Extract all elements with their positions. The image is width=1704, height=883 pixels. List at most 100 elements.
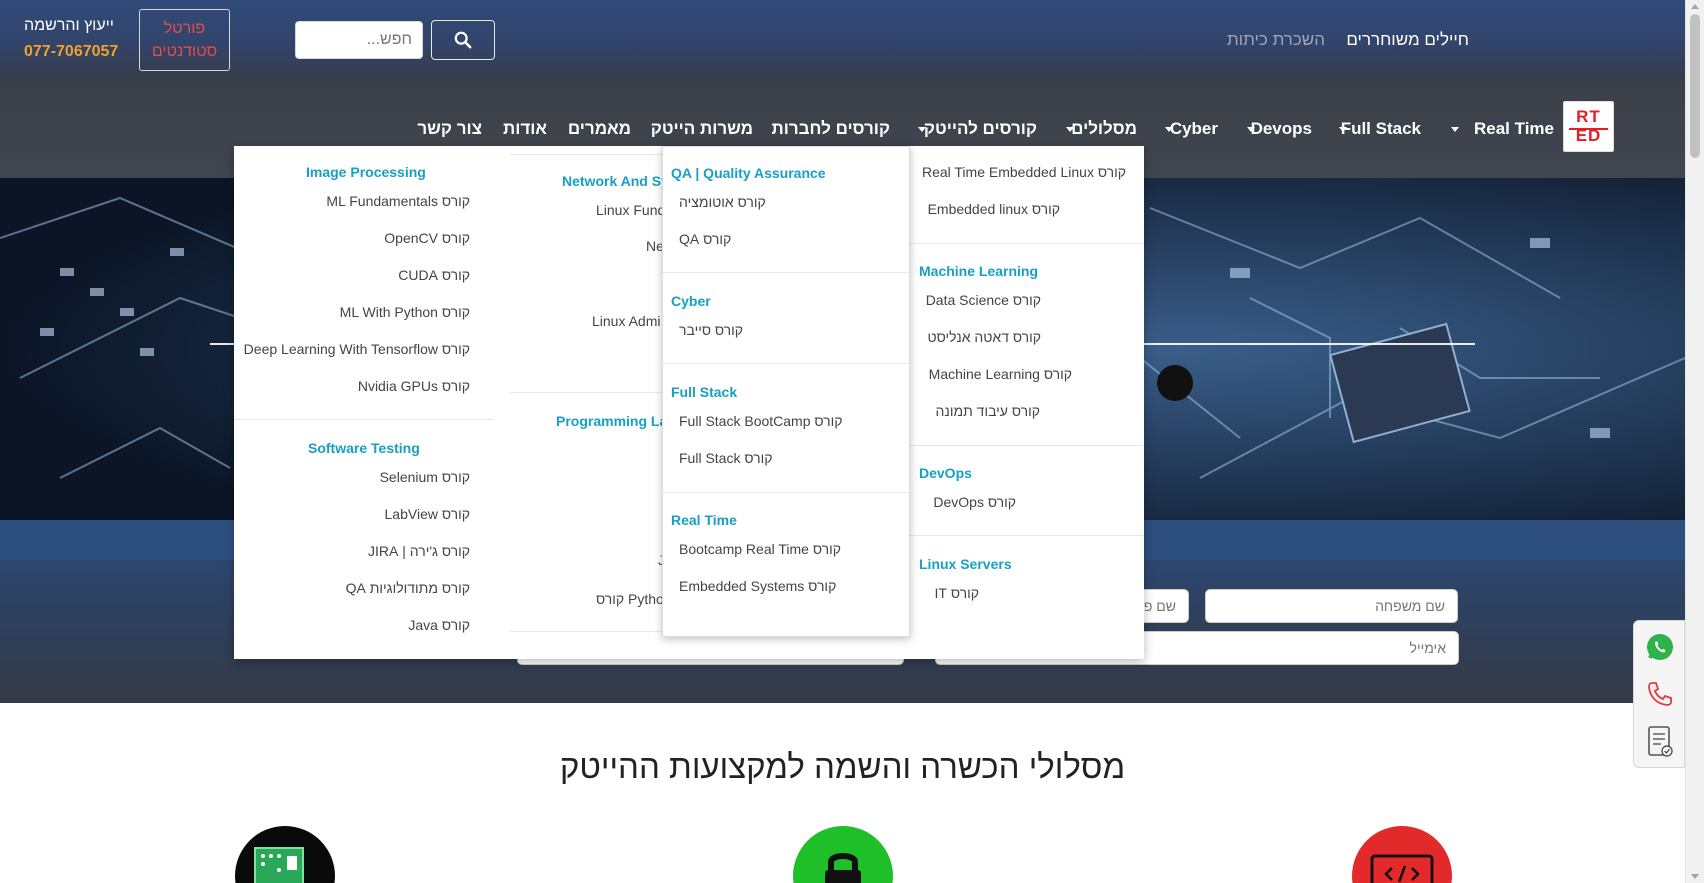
menu-item[interactable]: קורס DevOps <box>933 494 1016 510</box>
menu-item[interactable]: Linux Admi <box>592 313 660 329</box>
menu-item[interactable]: קורס CUDA <box>398 267 470 283</box>
menu-group-title: DevOps <box>919 465 972 481</box>
nav-real-time[interactable]: Real Time <box>1474 119 1554 139</box>
menu-item[interactable]: קורס מתודולוגיות QA <box>346 580 470 596</box>
menu-divider <box>663 363 909 364</box>
menu-item[interactable]: קורס Embedded Systems <box>679 578 836 594</box>
chevron-down-icon <box>1247 127 1255 132</box>
portal-label-1: פורטל <box>163 20 206 37</box>
menu-item[interactable]: קורס Java <box>408 617 470 633</box>
menu-divider <box>663 492 909 493</box>
search-icon <box>454 31 472 49</box>
menu-item[interactable]: קורס Machine Learning <box>929 366 1072 382</box>
menu-item[interactable]: קורס ML Fundamentals <box>326 193 470 209</box>
nav-cyber[interactable]: Cyber <box>1170 119 1218 139</box>
menu-group-title: Full Stack <box>671 384 738 400</box>
menu-divider <box>910 535 1144 536</box>
chevron-down-icon <box>1339 127 1347 132</box>
menu-group-title: Machine Learning <box>919 263 1039 279</box>
menu-divider <box>510 631 670 632</box>
code-icon <box>1370 854 1434 883</box>
nav-full-stack[interactable]: Full Stack <box>1341 119 1421 139</box>
whatsapp-icon <box>1647 634 1673 660</box>
menu-divider <box>510 392 670 393</box>
menu-column-qa: QA | Quality Assurance קורס אוטומציה קור… <box>662 146 910 637</box>
chevron-down-icon <box>1165 127 1173 132</box>
menu-item[interactable]: קורס Selenium <box>380 469 470 485</box>
nav-tracks[interactable]: מסלולים <box>1071 119 1137 139</box>
menu-divider <box>234 419 494 420</box>
whatsapp-button[interactable] <box>1644 631 1676 668</box>
menu-item[interactable]: קורס Embedded linux <box>928 201 1060 217</box>
student-portal-button[interactable]: פורטל סטודנטים <box>139 9 230 71</box>
link-released-soldiers[interactable]: חיילים משוחררים <box>1346 30 1469 50</box>
nav-hitech-courses[interactable]: קורסים להייטק <box>924 119 1037 139</box>
portal-label-2: סטודנטים <box>151 43 218 60</box>
menu-group-title: Linux Servers <box>919 556 1012 572</box>
nav-devops[interactable]: Devops <box>1251 119 1312 139</box>
menu-group-title: QA | Quality Assurance <box>671 165 826 181</box>
menu-item[interactable]: קורס ML With Python <box>340 304 470 320</box>
top-bar: חיילים משוחררים השכרת כיתות פורטל סטודנט… <box>0 0 1685 80</box>
nav-corporate-courses[interactable]: קורסים לחברות <box>772 119 890 139</box>
search-input[interactable] <box>295 21 423 59</box>
menu-item[interactable]: קורס Deep Learning With Tensorflow <box>244 341 470 357</box>
menu-divider <box>510 154 670 155</box>
menu-item[interactable]: Python קורס <box>596 591 672 607</box>
contact-side-widget <box>1633 620 1685 768</box>
menu-item[interactable]: קורס Nvidia GPUs <box>358 378 470 394</box>
menu-item[interactable]: קורס דאטה אנליסט <box>927 329 1041 345</box>
menu-divider <box>910 243 1144 244</box>
nav-contact[interactable]: צור קשר <box>417 119 482 139</box>
menu-item[interactable]: קורס סייבר <box>679 322 743 338</box>
menu-item[interactable]: קורס Data Science <box>926 292 1041 308</box>
chip-icon <box>254 847 304 883</box>
menu-divider <box>910 445 1144 446</box>
cyber-track-badge[interactable] <box>793 826 893 883</box>
phone-icon <box>1648 682 1672 706</box>
menu-item[interactable]: קורס QA <box>679 231 731 247</box>
scrollbar-thumb[interactable] <box>1690 14 1700 158</box>
menu-item[interactable]: קורס OpenCV <box>384 230 470 246</box>
menu-item[interactable]: קורס Bootcamp Real Time <box>679 541 841 557</box>
menu-item[interactable]: קורס עיבוד תמונה <box>936 403 1040 419</box>
menu-item[interactable]: קורס אוטומציה <box>679 194 766 210</box>
logo-text-top: RT <box>1576 107 1601 126</box>
menu-group-title: Real Time <box>671 512 737 528</box>
chevron-down-icon <box>918 127 926 132</box>
section-title: מסלולי הכשרה והשמה למקצועות ההייטק <box>559 748 1126 785</box>
chevron-down-icon <box>1066 127 1074 132</box>
scroll-up-arrow-icon[interactable] <box>1691 4 1699 9</box>
logo-text-bottom: ED <box>1575 126 1602 145</box>
menu-item[interactable]: Linux Fund <box>596 202 665 218</box>
nav-about[interactable]: אודות <box>503 119 547 139</box>
nav-hitech-jobs[interactable]: משרות הייטק <box>651 119 753 139</box>
menu-group-title: Image Processing <box>306 164 426 180</box>
contact-label: ייעוץ והרשמה <box>24 17 114 34</box>
menu-item[interactable]: קורס LabView <box>385 506 470 522</box>
menu-group-title: Software Testing <box>308 440 420 456</box>
menu-group-title: Cyber <box>671 293 711 309</box>
phone-button[interactable] <box>1645 679 1675 714</box>
contact-phone[interactable]: 077-7067057 <box>24 43 118 61</box>
page: חיילים משוחררים השכרת כיתות פורטל סטודנט… <box>0 0 1704 883</box>
nav-articles[interactable]: מאמרים <box>568 119 631 139</box>
last-name-field[interactable] <box>1205 589 1458 623</box>
fullstack-track-badge[interactable] <box>1352 826 1452 883</box>
lock-icon <box>825 853 861 883</box>
scroll-down-arrow-icon[interactable] <box>1691 874 1699 879</box>
link-class-rental[interactable]: השכרת כיתות <box>1227 30 1325 50</box>
menu-item[interactable]: קורס Full Stack BootCamp <box>679 413 843 429</box>
menu-divider <box>663 272 909 273</box>
embedded-track-badge[interactable] <box>235 826 335 883</box>
chevron-down-icon <box>1451 127 1459 132</box>
logo[interactable]: RT ED <box>1563 101 1614 152</box>
menu-item[interactable]: קורס Full Stack <box>679 450 773 466</box>
page-scrollbar[interactable] <box>1685 0 1704 883</box>
search-button[interactable] <box>431 20 495 60</box>
menu-group-title: Network And Sy <box>562 173 669 189</box>
menu-item[interactable]: קורס IT <box>935 585 979 601</box>
menu-item[interactable]: קורס ג'ירה | JIRA <box>368 543 470 559</box>
menu-item[interactable]: קורס Real Time Embedded Linux <box>922 164 1126 180</box>
menu-group-title: Programming La <box>556 413 668 429</box>
